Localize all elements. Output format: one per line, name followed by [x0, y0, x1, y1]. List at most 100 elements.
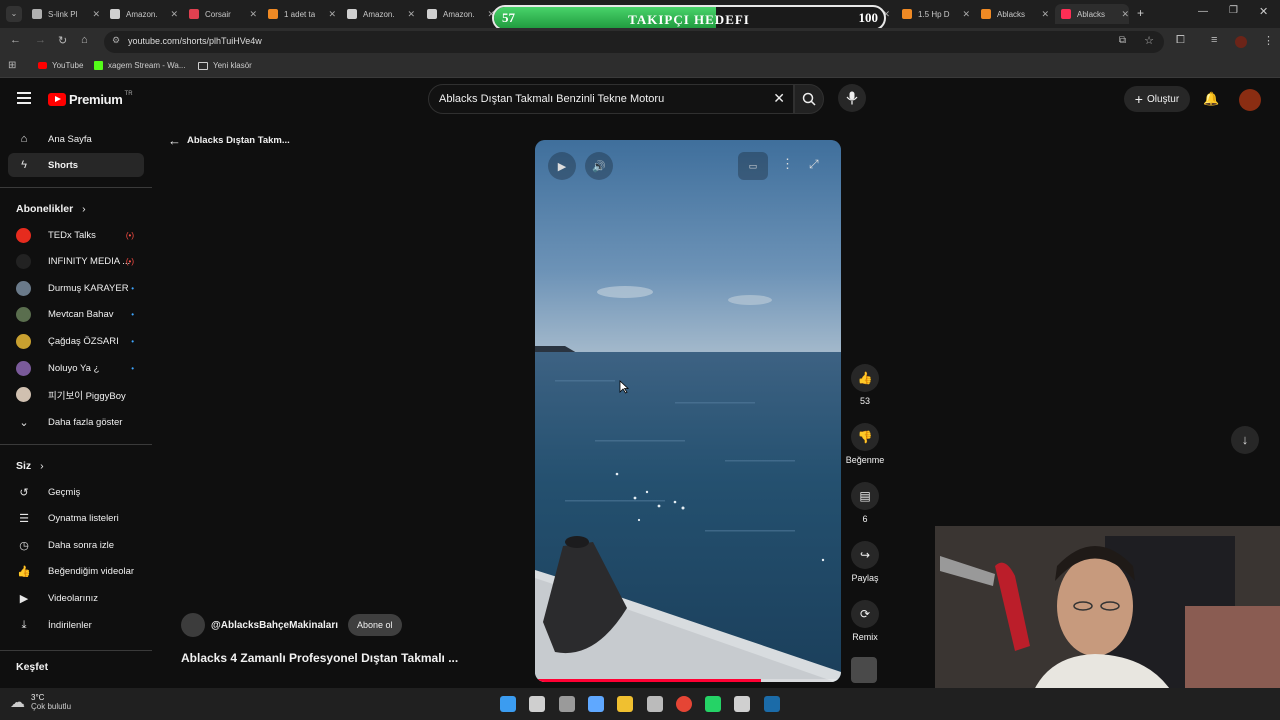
close-tab-icon[interactable]: ✕ — [249, 9, 257, 20]
show-more-button[interactable]: ⌄ Daha fazla göster — [8, 410, 144, 434]
new-tab-button[interactable]: + — [1137, 6, 1144, 20]
restore-button[interactable]: ❐ — [1229, 5, 1238, 16]
captions-button[interactable]: ▭ — [738, 152, 768, 180]
sidebar-item-downloads[interactable]: ⤓ İndirilenler — [8, 613, 144, 637]
notifications-bell-icon[interactable]: 🔔 — [1203, 91, 1219, 107]
you-heading[interactable]: Siz › — [16, 460, 44, 472]
sidebar-item-your-videos[interactable]: ▶ Videolarınız — [8, 586, 144, 610]
sound-thumbnail[interactable] — [851, 657, 877, 683]
weather-widget[interactable]: ☁ 3°C Çok bulutlu — [10, 693, 71, 711]
close-tab-icon[interactable]: ✕ — [328, 9, 336, 20]
browser-tab[interactable]: Amazon. ✕ — [104, 4, 178, 24]
obs-icon[interactable] — [734, 696, 751, 712]
like-button[interactable]: 👍 53 — [846, 364, 884, 406]
browser-tab[interactable]: Ablacks ✕ — [975, 4, 1049, 24]
shorts-video-player[interactable]: ▶ 🔊 ▭ ⋮ ⤢ — [535, 140, 841, 682]
create-button[interactable]: + Oluştur — [1124, 86, 1190, 112]
media-control-icon[interactable]: ≡ — [1211, 34, 1217, 46]
back-arrow-icon[interactable]: ← — [168, 133, 181, 148]
browser-tab[interactable]: Amazon. ✕ — [421, 4, 495, 24]
video-progress-track[interactable] — [535, 679, 841, 682]
sidebar-item-home[interactable]: ⌂ Ana Sayfa — [8, 127, 144, 151]
remix-label: Remix — [852, 632, 878, 642]
video-title[interactable]: Ablacks 4 Zamanlı Profesyonel Dıştan Tak… — [181, 651, 458, 665]
close-tab-icon[interactable]: ✕ — [962, 9, 970, 20]
site-info-icon[interactable]: ⚙ — [112, 35, 120, 46]
close-tab-icon[interactable]: ✕ — [1041, 9, 1049, 20]
search-button[interactable] — [794, 84, 824, 114]
sidebar-item-watch-later[interactable]: ◷ Daha sonra izle — [8, 533, 144, 557]
fullscreen-icon[interactable]: ⤢ — [809, 157, 819, 172]
remix-button[interactable]: ⟳ Remix — [846, 600, 884, 642]
close-tab-icon[interactable]: ✕ — [1121, 9, 1129, 20]
subscription-item[interactable]: Mevtcan Bahav • — [16, 305, 140, 325]
browser-tab[interactable]: 1 adet ta ✕ — [262, 4, 336, 24]
hamburger-menu-icon[interactable] — [17, 92, 31, 104]
close-tab-icon[interactable]: ✕ — [407, 9, 415, 20]
steam-icon[interactable] — [763, 696, 780, 712]
close-tab-icon[interactable]: ✕ — [170, 9, 178, 20]
reload-icon[interactable]: ↻ — [58, 34, 67, 47]
close-window-button[interactable]: ✕ — [1259, 5, 1268, 18]
url-input[interactable]: ⚙ youtube.com/shorts/plhTuiHVe4w ⧉ ☆ — [104, 31, 1164, 53]
search-input[interactable]: Ablacks Dıştan Takmalı Benzinli Tekne Mo… — [428, 84, 794, 114]
home-icon[interactable]: ⌂ — [81, 34, 88, 46]
dislike-button[interactable]: 👎 Beğenme — [845, 423, 885, 465]
subscription-item[interactable]: Noluyo Ya ¿ • — [16, 358, 140, 378]
shorts-back-header[interactable]: ← Ablacks Dıştan Takm... — [168, 133, 290, 148]
tab-search-button[interactable]: ⌄ — [6, 6, 22, 22]
back-arrow-icon[interactable]: ← — [10, 34, 21, 46]
youtube-premium-logo[interactable]: Premium TR — [48, 91, 133, 107]
browser-tab[interactable]: Amazon. ✕ — [341, 4, 415, 24]
next-short-button[interactable]: ↓ — [1231, 426, 1259, 454]
account-avatar[interactable] — [1239, 89, 1261, 111]
store-icon[interactable] — [646, 696, 663, 712]
menu-kebab-icon[interactable]: ⋮ — [1263, 34, 1274, 47]
sidebar-item-liked-videos[interactable]: 👍 Beğendiğim videolar — [8, 560, 144, 584]
browser-tab[interactable]: 1.5 Hp D ✕ — [896, 4, 970, 24]
subscription-item[interactable]: TEDx Talks (•) — [16, 225, 140, 245]
apps-grid-icon[interactable]: ⊞ — [8, 60, 16, 71]
bookmark-star-icon[interactable]: ☆ — [1144, 34, 1154, 47]
start-icon[interactable] — [500, 696, 516, 712]
liked-videos-icon: 👍 — [17, 566, 31, 579]
forward-arrow-icon[interactable]: → — [35, 34, 46, 46]
subscription-item[interactable]: Çağdaş ÖZSARI • — [16, 331, 140, 351]
browser-tab[interactable]: S-link Pl ✕ — [26, 4, 100, 24]
chrome-icon[interactable] — [675, 696, 692, 712]
subscription-item[interactable]: INFINITY MEDIA ... (•) — [16, 252, 140, 272]
subscription-item[interactable]: 피기보이 PiggyBoy — [16, 385, 140, 405]
install-app-icon[interactable]: ⧉ — [1119, 35, 1126, 46]
minimize-button[interactable]: — — [1198, 6, 1208, 17]
sidebar-item-history[interactable]: ↺ Geçmiş — [8, 480, 144, 504]
subscription-status-indicator: • — [131, 363, 134, 373]
share-button[interactable]: ↪ Paylaş — [846, 541, 884, 583]
subscriptions-heading[interactable]: Abonelikler › — [16, 203, 86, 215]
extensions-icon[interactable]: ⧠ — [1176, 34, 1185, 47]
channel-avatar[interactable] — [181, 613, 205, 637]
bookmark-folder-yeni-klasor[interactable]: Yeni klasör — [198, 61, 252, 70]
copilot-icon[interactable] — [587, 696, 604, 712]
volume-button[interactable]: 🔊 — [585, 152, 613, 180]
whatsapp-icon[interactable] — [705, 696, 722, 712]
comments-button[interactable]: ▤ 6 — [846, 482, 884, 524]
more-options-icon[interactable]: ⋮ — [781, 156, 794, 172]
file-explorer-icon[interactable] — [558, 696, 575, 712]
search-icon[interactable] — [529, 696, 546, 712]
subscribe-button[interactable]: Abone ol — [348, 614, 402, 636]
channel-name[interactable]: @AblacksBahçeMakinaları — [211, 620, 338, 631]
bookmark-xagem-stream[interactable]: xagem Stream - Wa... — [94, 61, 186, 70]
browser-tab[interactable]: Corsair ✕ — [183, 4, 257, 24]
voice-search-button[interactable] — [838, 84, 866, 112]
sidebar-item-shorts[interactable]: ϟ Shorts — [8, 153, 144, 177]
sidebar-item-playlists[interactable]: ☰ Oynatma listeleri — [8, 507, 144, 531]
clear-search-icon[interactable]: ✕ — [773, 90, 785, 107]
bookmarks-bar: ⊞ YouTube xagem Stream - Wa... Yeni klas… — [0, 56, 1280, 78]
subscription-item[interactable]: Durmuş KARAYER • — [16, 278, 140, 298]
browser-tab[interactable]: Ablacks ✕ — [1055, 4, 1129, 24]
folder-icon[interactable] — [617, 696, 634, 712]
profile-avatar[interactable] — [1235, 36, 1247, 48]
play-button[interactable]: ▶ — [548, 152, 576, 180]
close-tab-icon[interactable]: ✕ — [92, 9, 100, 20]
bookmark-youtube[interactable]: YouTube — [38, 61, 83, 70]
